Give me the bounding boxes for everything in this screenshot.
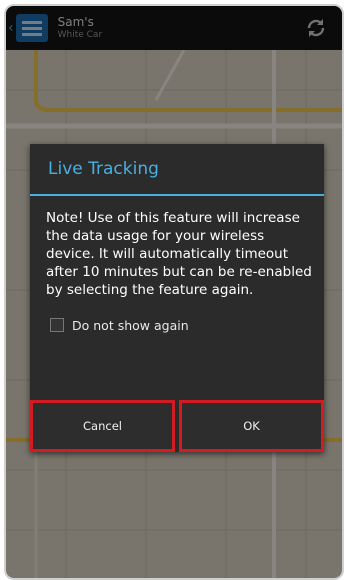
cancel-button[interactable]: Cancel xyxy=(30,400,175,452)
phone-screen: ‹ Sam's White Car Live Tracking Note! Us… xyxy=(4,4,344,580)
live-tracking-dialog: Live Tracking Note! Use of this feature … xyxy=(30,144,324,452)
do-not-show-again-label[interactable]: Do not show again xyxy=(72,318,189,333)
ok-button[interactable]: OK xyxy=(179,400,324,452)
do-not-show-again-option[interactable]: Do not show again xyxy=(50,318,324,333)
dialog-message: Note! Use of this feature will increase … xyxy=(46,210,312,298)
do-not-show-again-checkbox[interactable] xyxy=(50,318,64,333)
dialog-buttons: Cancel OK xyxy=(30,400,324,452)
dialog-title: Live Tracking xyxy=(30,144,324,196)
